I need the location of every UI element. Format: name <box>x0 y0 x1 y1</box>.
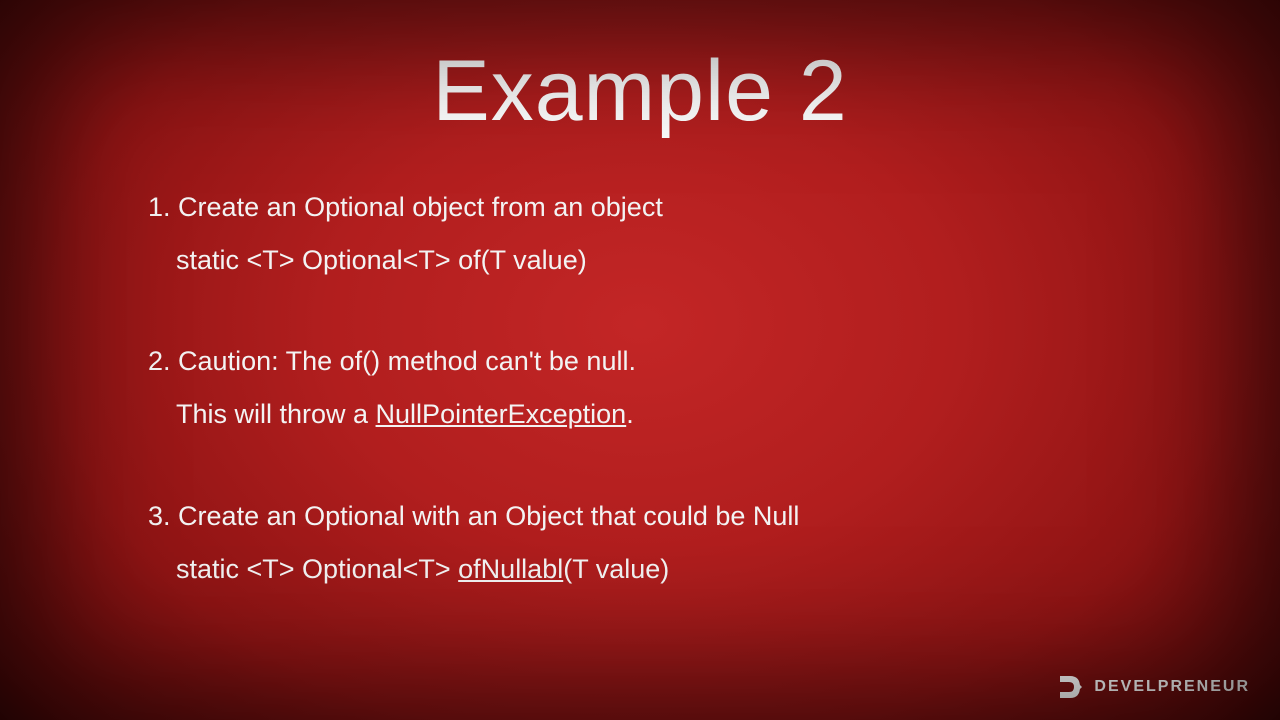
item-code: static <T> Optional<T> ofNullabl(T value… <box>148 550 1140 589</box>
item-text: Caution: The of() method can't be null. <box>178 346 636 376</box>
logo-text: DEVELPRENEUR <box>1094 678 1250 696</box>
underlined-text: ofNullabl <box>458 554 563 584</box>
item-text: Create an Optional with an Object that c… <box>178 501 799 531</box>
item-text-line2: This will throw a NullPointerException. <box>148 395 1140 434</box>
logo: DEVELPRENEUR <box>1058 674 1250 700</box>
item-number: 1. <box>148 192 171 222</box>
item-text: Create an Optional object from an object <box>178 192 663 222</box>
underlined-text: NullPointerException <box>376 399 627 429</box>
list-item: 1. Create an Optional object from an obj… <box>148 188 1140 280</box>
list-item: 3. Create an Optional with an Object tha… <box>148 497 1140 589</box>
item-number: 2. <box>148 346 171 376</box>
slide-content: 1. Create an Optional object from an obj… <box>148 188 1140 603</box>
slide-title: Example 2 <box>0 42 1280 141</box>
list-item: 2. Caution: The of() method can't be nul… <box>148 342 1140 434</box>
item-number: 3. <box>148 501 171 531</box>
item-code: static <T> Optional<T> of(T value) <box>148 241 1140 280</box>
logo-mark-icon <box>1058 674 1086 700</box>
